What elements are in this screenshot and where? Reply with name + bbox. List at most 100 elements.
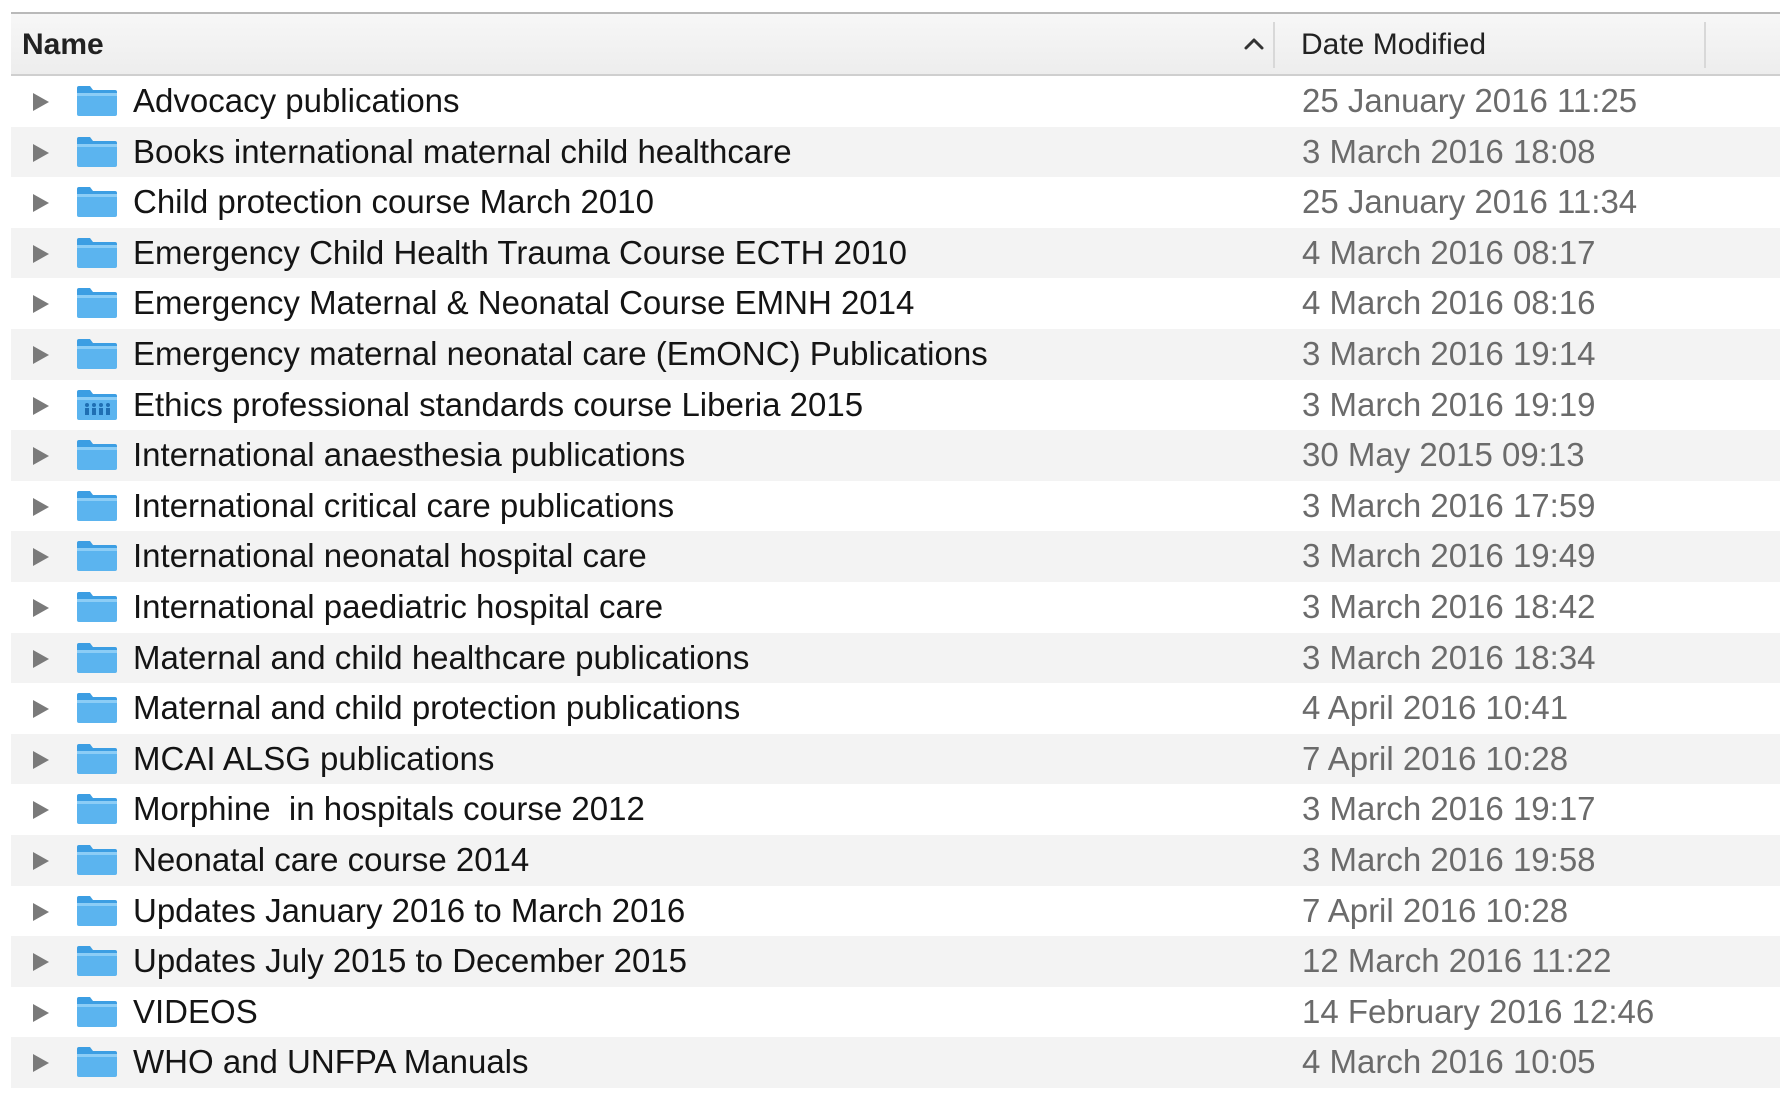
folder-name: Maternal and child protection publicatio… bbox=[133, 689, 741, 727]
list-item[interactable]: Emergency maternal neonatal care (EmONC)… bbox=[11, 328, 1780, 380]
folder-icon bbox=[77, 1047, 117, 1078]
list-item[interactable]: Ethics professional standards course Lib… bbox=[11, 380, 1780, 431]
disclosure-triangle-icon[interactable] bbox=[29, 546, 51, 568]
finder-list-view: Name Date Modified Advocacy publications… bbox=[0, 0, 1780, 1093]
date-modified: 3 March 2016 19:49 bbox=[1302, 537, 1596, 575]
folder-icon bbox=[77, 237, 117, 268]
date-modified: 7 April 2016 10:28 bbox=[1302, 739, 1569, 777]
folder-icon bbox=[77, 591, 117, 622]
date-modified: 3 March 2016 18:08 bbox=[1302, 132, 1596, 170]
disclosure-triangle-icon[interactable] bbox=[29, 799, 51, 821]
date-modified: 4 March 2016 08:17 bbox=[1302, 233, 1596, 271]
disclosure-triangle-icon[interactable] bbox=[29, 243, 51, 265]
disclosure-triangle-icon[interactable] bbox=[29, 597, 51, 619]
disclosure-triangle-icon[interactable] bbox=[29, 142, 51, 164]
folder-icon bbox=[77, 490, 117, 521]
disclosure-triangle-icon[interactable] bbox=[29, 1002, 51, 1024]
folder-name: Books international maternal child healt… bbox=[133, 132, 792, 170]
list-item[interactable]: Neonatal care course 2014 3 March 2016 19… bbox=[11, 834, 1780, 886]
disclosure-triangle-icon[interactable] bbox=[29, 91, 51, 113]
disclosure-triangle-icon[interactable] bbox=[29, 293, 51, 315]
column-divider[interactable] bbox=[1704, 22, 1706, 68]
list-item[interactable]: International paediatric hospital care 3 … bbox=[11, 582, 1780, 633]
disclosure-triangle-icon[interactable] bbox=[29, 496, 51, 518]
list-item[interactable]: International neonatal hospital care 3 Ma… bbox=[11, 531, 1780, 582]
folder-icon bbox=[77, 743, 117, 774]
folder-name: Updates January 2016 to March 2016 bbox=[133, 891, 686, 929]
folder-icon bbox=[77, 996, 117, 1027]
date-modified: 7 April 2016 10:28 bbox=[1302, 891, 1569, 929]
folder-icon bbox=[77, 642, 117, 673]
list-item[interactable]: Emergency Maternal & Neonatal Course EMN… bbox=[11, 278, 1780, 329]
folder-icon bbox=[77, 440, 117, 471]
folder-icon bbox=[77, 844, 117, 875]
disclosure-triangle-icon[interactable] bbox=[29, 951, 51, 973]
folder-name: International critical care publications bbox=[133, 486, 675, 524]
disclosure-triangle-icon[interactable] bbox=[29, 395, 51, 417]
list-item[interactable]: Morphine in hospitals course 2012 3 March… bbox=[11, 784, 1780, 835]
date-modified: 25 January 2016 11:25 bbox=[1302, 82, 1638, 119]
folder-icon bbox=[77, 288, 117, 319]
date-modified: 3 March 2016 18:34 bbox=[1302, 638, 1596, 676]
date-modified: 3 March 2016 19:14 bbox=[1302, 334, 1596, 372]
folder-icon bbox=[77, 794, 117, 825]
folder-name: Maternal and child healthcare publicatio… bbox=[133, 638, 750, 676]
column-divider[interactable] bbox=[1273, 22, 1275, 68]
disclosure-triangle-icon[interactable] bbox=[29, 445, 51, 467]
folder-icon bbox=[77, 187, 117, 218]
list-item[interactable]: Advocacy publications 25 January 2016 11:… bbox=[11, 76, 1780, 127]
folder-icon bbox=[77, 895, 117, 926]
folder-name: VIDEOS bbox=[133, 992, 258, 1030]
date-modified: 4 April 2016 10:41 bbox=[1302, 689, 1569, 727]
list-item[interactable]: WHO and UNFPA Manuals 4 March 2016 10:05 bbox=[11, 1037, 1780, 1088]
folder-name: Emergency Maternal & Neonatal Course EMN… bbox=[133, 284, 915, 322]
folder-name: International neonatal hospital care bbox=[133, 537, 647, 575]
list-item[interactable]: MCAI ALSG publications 7 April 2016 10:28 bbox=[11, 733, 1780, 785]
disclosure-triangle-icon[interactable] bbox=[29, 344, 51, 366]
list-item[interactable]: Updates July 2015 to December 2015 12 Mar… bbox=[11, 936, 1780, 987]
list-item[interactable]: Books international maternal child healt… bbox=[11, 126, 1780, 178]
list-item[interactable]: International critical care publications… bbox=[11, 481, 1780, 532]
file-list: Advocacy publications 25 January 2016 11:… bbox=[11, 76, 1780, 1088]
folder-name: Emergency Child Health Trauma Course ECT… bbox=[133, 233, 908, 271]
date-modified: 25 January 2016 11:34 bbox=[1302, 183, 1638, 221]
date-modified: 30 May 2015 09:13 bbox=[1302, 436, 1585, 474]
folder-name: MCAI ALSG publications bbox=[133, 739, 495, 777]
date-modified: 4 March 2016 10:05 bbox=[1302, 1043, 1596, 1081]
column-header-bar: Name Date Modified bbox=[11, 14, 1780, 76]
date-modified: 3 March 2016 19:58 bbox=[1302, 840, 1596, 878]
folder-name: Advocacy publications bbox=[133, 82, 460, 119]
date-modified: 14 February 2016 12:46 bbox=[1302, 992, 1655, 1030]
folder-icon bbox=[77, 946, 117, 977]
disclosure-triangle-icon[interactable] bbox=[29, 749, 51, 771]
list-item[interactable]: Maternal and child healthcare publicatio… bbox=[11, 632, 1780, 684]
chevron-up-icon[interactable] bbox=[1236, 26, 1272, 62]
disclosure-triangle-icon[interactable] bbox=[29, 850, 51, 872]
list-item[interactable]: Child protection course March 2010 25 Jan… bbox=[11, 177, 1780, 228]
disclosure-triangle-icon[interactable] bbox=[29, 192, 51, 214]
date-modified: 4 March 2016 08:16 bbox=[1302, 284, 1596, 322]
disclosure-triangle-icon[interactable] bbox=[29, 901, 51, 923]
folder-icon bbox=[77, 86, 117, 116]
list-item[interactable]: Emergency Child Health Trauma Course ECT… bbox=[11, 227, 1780, 279]
disclosure-triangle-icon[interactable] bbox=[29, 1052, 51, 1074]
date-modified: 3 March 2016 18:42 bbox=[1302, 587, 1596, 625]
disclosure-triangle-icon[interactable] bbox=[29, 648, 51, 670]
date-modified: 12 March 2016 11:22 bbox=[1302, 942, 1612, 980]
date-modified: 3 March 2016 19:19 bbox=[1302, 385, 1596, 423]
column-header-name[interactable]: Name bbox=[22, 28, 104, 62]
folder-icon bbox=[77, 693, 117, 724]
date-modified: 3 March 2016 17:59 bbox=[1302, 486, 1596, 524]
list-item[interactable]: Updates January 2016 to March 2016 7 Apri… bbox=[11, 886, 1780, 937]
column-header-date-modified[interactable]: Date Modified bbox=[1301, 28, 1486, 62]
list-item[interactable]: VIDEOS 14 February 2016 12:46 bbox=[11, 987, 1780, 1038]
folder-name: Morphine in hospitals course 2012 bbox=[133, 790, 645, 828]
folder-icon bbox=[77, 136, 117, 167]
folder-name: Updates July 2015 to December 2015 bbox=[133, 942, 688, 980]
list-item[interactable]: International anaesthesia publications 30… bbox=[11, 430, 1780, 481]
folder-name: WHO and UNFPA Manuals bbox=[133, 1043, 529, 1081]
disclosure-triangle-icon[interactable] bbox=[29, 698, 51, 720]
folder-name: International paediatric hospital care bbox=[133, 587, 664, 625]
list-item[interactable]: Maternal and child protection publicatio… bbox=[11, 683, 1780, 734]
folder-name: Neonatal care course 2014 bbox=[133, 840, 530, 878]
